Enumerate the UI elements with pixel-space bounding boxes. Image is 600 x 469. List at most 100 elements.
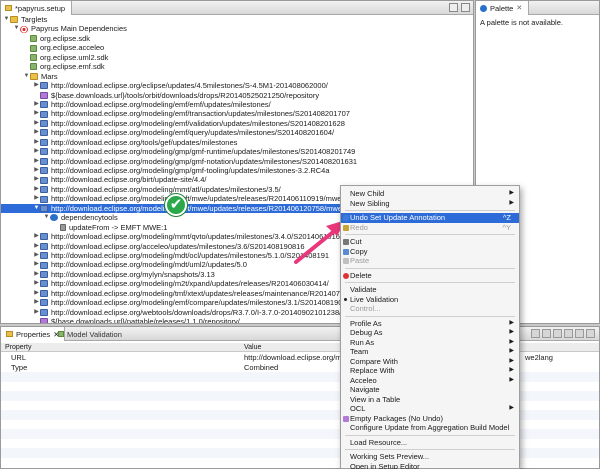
menu-item-empty-packages-no-undo[interactable]: Empty Packages (No Undo) [341, 414, 519, 424]
expand-arrow-icon[interactable]: ▶ [33, 100, 40, 109]
property-name: Type [11, 362, 28, 372]
collapse-arrow-icon[interactable]: ▼ [3, 15, 10, 24]
tree-item-label: http://download.eclipse.org/modeling/gmp… [51, 156, 358, 166]
tree-item[interactable]: ▼ Targlets [1, 15, 473, 24]
tree-item[interactable]: ▶ http://download.eclipse.org/eclipse/upd… [1, 81, 473, 90]
collapse-arrow-icon[interactable]: ▼ [33, 204, 40, 213]
expand-arrow-icon[interactable]: ▶ [33, 308, 40, 317]
menu-item-label: Navigate [350, 385, 380, 394]
expand-arrow-icon[interactable]: ▶ [33, 109, 40, 118]
tree-item-label: org.eclipse.sdk [40, 33, 91, 43]
tree-item[interactable]: ▶ http://download.eclipse.org/modeling/em… [1, 128, 473, 137]
menu-item-label: Paste [350, 256, 370, 265]
expand-arrow-icon[interactable]: ▶ [33, 279, 40, 288]
expand-arrow-icon[interactable]: ▶ [33, 232, 40, 241]
toolbar-icon[interactable] [531, 329, 540, 338]
tree-item[interactable]: ▼ Papyrus Main Dependencies [1, 24, 473, 33]
menu-item-label: Redo [350, 222, 368, 232]
menu-item-ocl[interactable]: OCL ▶ [341, 404, 519, 414]
toolbar-icon[interactable] [553, 329, 562, 338]
menu-item-delete[interactable]: Delete [341, 271, 519, 281]
tree-item[interactable]: org.eclipse.emf.sdk [1, 62, 473, 71]
folder-icon [10, 16, 18, 24]
menu-item-label: OCL [350, 404, 366, 413]
menu-item-label: Run As [350, 337, 375, 347]
expand-arrow-icon[interactable]: ▶ [33, 289, 40, 298]
collapse-arrow-icon[interactable]: ▼ [43, 213, 50, 222]
tree-item-label: updateFrom -> EMFT MWE:1 [69, 222, 168, 232]
expand-arrow-icon[interactable]: ▶ [33, 119, 40, 128]
menu-item-new-child[interactable]: New Child ▶ [341, 189, 519, 199]
menu-item-replace-with[interactable]: Replace With ▶ [341, 366, 519, 376]
tree-item[interactable]: ▶ http://download.eclipse.org/modeling/em… [1, 100, 473, 109]
maximize-icon[interactable] [586, 329, 595, 338]
editor-tab[interactable]: *papyrus.setup [1, 1, 73, 15]
expand-arrow-icon[interactable]: ▶ [33, 147, 40, 156]
iu-icon [30, 53, 37, 61]
tree-item[interactable]: ▶ http://download.eclipse.org/modeling/gm… [1, 157, 473, 166]
expand-arrow-icon[interactable]: ▶ [33, 251, 40, 260]
tree-item[interactable]: ▶ http://download.eclipse.org/modeling/em… [1, 109, 473, 118]
menu-item-working-sets-preview[interactable]: Working Sets Preview... [341, 452, 519, 462]
menu-item-load-resource[interactable]: Load Resource... [341, 438, 519, 448]
expand-arrow-icon[interactable]: ▶ [33, 185, 40, 194]
expand-arrow-icon[interactable]: ▶ [33, 166, 40, 175]
collapse-arrow-icon[interactable]: ▼ [13, 24, 20, 33]
menu-item-new-sibling[interactable]: New Sibling ▶ [341, 199, 519, 209]
tree-item[interactable]: ▶ http://download.eclipse.org/birt/update… [1, 175, 473, 184]
menu-item-configure-update-from-aggregation-build-model[interactable]: Configure Update from Aggregation Build … [341, 423, 519, 433]
menu-item-compare-with[interactable]: Compare With ▶ [341, 357, 519, 367]
tree-item[interactable]: org.eclipse.sdk [1, 34, 473, 43]
menu-item-acceleo[interactable]: Acceleo ▶ [341, 376, 519, 386]
tree-item[interactable]: ▼ Mars [1, 72, 473, 81]
expand-arrow-icon[interactable]: ▶ [33, 242, 40, 251]
close-icon[interactable]: ✕ [516, 2, 522, 15]
tree-item[interactable]: ▶ http://download.eclipse.org/tools/gef/u… [1, 138, 473, 147]
menu-item-label: Debug As [350, 328, 383, 337]
tree-item[interactable]: org.eclipse.acceleo [1, 43, 473, 52]
menu-item-profile-as[interactable]: Profile As ▶ [341, 319, 519, 329]
submenu-arrow-icon: ▶ [509, 348, 514, 354]
expand-arrow-icon[interactable]: ▶ [33, 194, 40, 203]
tree-item[interactable]: org.eclipse.uml2.sdk [1, 53, 473, 62]
toolbar-icon[interactable] [542, 329, 551, 338]
expand-arrow-icon[interactable]: ▶ [33, 298, 40, 307]
tree-item[interactable]: ▶ http://download.eclipse.org/modeling/em… [1, 119, 473, 128]
redo-icon [343, 224, 349, 231]
expand-arrow-icon[interactable]: ▶ [33, 270, 40, 279]
menu-item-team[interactable]: Team ▶ [341, 347, 519, 357]
tree-item-label: http://download.eclipse.org/eclipse/upda… [51, 81, 328, 91]
menu-item-undo-set-update-annotation[interactable]: Undo Set Update Annotation ^Z [341, 213, 519, 223]
editor-window-buttons [449, 3, 470, 12]
menu-item-debug-as[interactable]: Debug As ▶ [341, 328, 519, 338]
menu-item-open-in-setup-editor[interactable]: Open in Setup Editor [341, 462, 519, 469]
tab-model-validation[interactable]: Model Validation [53, 327, 127, 341]
menu-item-view-in-a-table[interactable]: View in a Table [341, 395, 519, 405]
properties-tab-label: Properties [16, 329, 51, 339]
submenu-arrow-icon: ▶ [509, 367, 514, 373]
menu-item-live-validation[interactable]: Live Validation [341, 295, 519, 305]
expand-arrow-icon[interactable]: ▶ [33, 260, 40, 269]
menu-shortcut: ^Y [502, 222, 511, 232]
palette-tab[interactable]: Palette ✕ [476, 1, 530, 15]
expand-arrow-icon[interactable]: ▶ [33, 138, 40, 147]
menu-item-navigate[interactable]: Navigate [341, 385, 519, 395]
view-menu-icon[interactable] [564, 329, 573, 338]
tree-item[interactable]: ${base.downloads.url}/tools/orbit/downlo… [1, 91, 473, 100]
maximize-icon[interactable] [461, 3, 470, 12]
tree-item[interactable]: ▶ http://download.eclipse.org/modeling/gm… [1, 166, 473, 175]
expand-arrow-icon[interactable]: ▶ [33, 81, 40, 90]
repo-icon [40, 176, 48, 184]
menu-item-cut[interactable]: Cut [341, 237, 519, 247]
expand-arrow-icon[interactable]: ▶ [33, 175, 40, 184]
collapse-arrow-icon[interactable]: ▼ [23, 72, 30, 81]
expand-arrow-icon[interactable]: ▶ [33, 157, 40, 166]
menu-item-run-as[interactable]: Run As ▶ [341, 338, 519, 348]
menu-item-validate[interactable]: Validate [341, 285, 519, 295]
minimize-icon[interactable] [449, 3, 458, 12]
expand-arrow-icon[interactable]: ▶ [33, 128, 40, 137]
tree-item[interactable]: ▶ http://download.eclipse.org/modeling/gm… [1, 147, 473, 156]
menu-item-label: Live Validation [350, 294, 399, 304]
menu-item-copy[interactable]: Copy [341, 247, 519, 257]
minimize-icon[interactable] [575, 329, 584, 338]
